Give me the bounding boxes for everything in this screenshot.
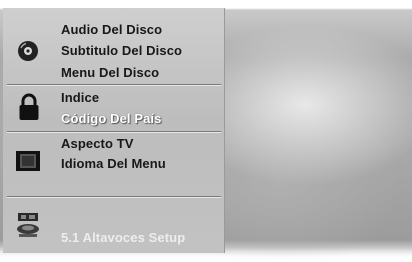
lock-settings-group: Indice Código Del País: [3, 86, 225, 130]
speaker-setup-icon: [15, 211, 41, 244]
tv-screen-icon: [15, 150, 41, 177]
menu-item-idioma-del-menu[interactable]: Idioma Del Menu: [61, 156, 166, 171]
disc-settings-group: Audio Del Disco Subtitulo Del Disco Menu…: [3, 8, 225, 86]
menu-item-codigo-del-pais[interactable]: Código Del País: [61, 111, 161, 126]
tv-settings-group: Aspecto TV Idioma Del Menu: [3, 133, 225, 193]
menu-item-altavoces-setup[interactable]: 5.1 Altavoces Setup: [61, 230, 185, 245]
menu-item-menu-del-disco[interactable]: Menu Del Disco: [61, 65, 159, 80]
menu-item-indice[interactable]: Indice: [61, 90, 99, 105]
speaker-settings-group: 5.1 Altavoces Setup: [3, 198, 225, 253]
menu-item-subtitulo-del-disco[interactable]: Subtitulo Del Disco: [61, 43, 182, 58]
menu-item-audio-del-disco[interactable]: Audio Del Disco: [61, 22, 162, 37]
setup-menu-panel: Audio Del Disco Subtitulo Del Disco Menu…: [3, 8, 225, 253]
disc-icon: [17, 40, 39, 67]
lock-icon: [18, 93, 40, 126]
menu-item-aspecto-tv[interactable]: Aspecto TV: [61, 136, 134, 151]
